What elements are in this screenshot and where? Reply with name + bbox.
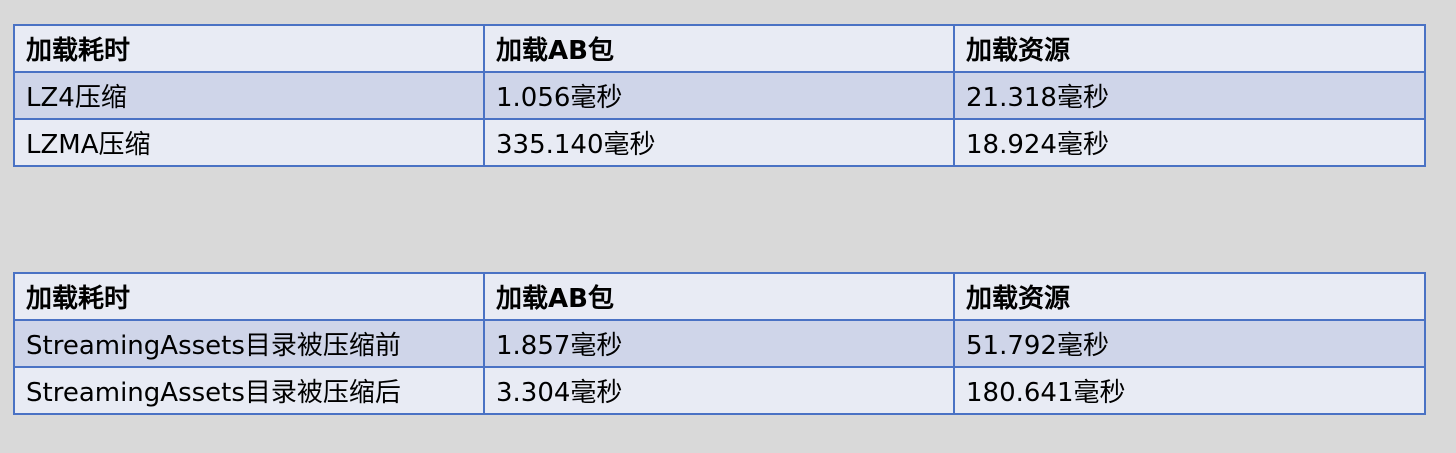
table-row: StreamingAssets目录被压缩前 1.857毫秒 51.792毫秒 (13, 319, 1426, 368)
header-load-time: 加载耗时 (13, 24, 485, 73)
ab-bundle-time: 335.140毫秒 (483, 118, 955, 167)
compression-load-time-table: 加载耗时 加载AB包 加载资源 LZ4压缩 1.056毫秒 21.318毫秒 L… (13, 24, 1426, 167)
header-load-ab-bundle: 加载AB包 (483, 272, 955, 321)
asset-time: 180.641毫秒 (953, 366, 1426, 415)
row-label: StreamingAssets目录被压缩前 (13, 319, 485, 368)
table-header-row: 加载耗时 加载AB包 加载资源 (13, 24, 1426, 73)
asset-time: 51.792毫秒 (953, 319, 1426, 368)
header-load-asset: 加载资源 (953, 24, 1426, 73)
row-label: LZ4压缩 (13, 71, 485, 120)
header-load-ab-bundle: 加载AB包 (483, 24, 955, 73)
ab-bundle-time: 1.056毫秒 (483, 71, 955, 120)
table-row: LZ4压缩 1.056毫秒 21.318毫秒 (13, 71, 1426, 120)
row-label: StreamingAssets目录被压缩后 (13, 366, 485, 415)
streaming-assets-load-time-table: 加载耗时 加载AB包 加载资源 StreamingAssets目录被压缩前 1.… (13, 272, 1426, 415)
table-header-row: 加载耗时 加载AB包 加载资源 (13, 272, 1426, 321)
header-load-time: 加载耗时 (13, 272, 485, 321)
ab-bundle-time: 3.304毫秒 (483, 366, 955, 415)
asset-time: 21.318毫秒 (953, 71, 1426, 120)
table-row: LZMA压缩 335.140毫秒 18.924毫秒 (13, 118, 1426, 167)
table-row: StreamingAssets目录被压缩后 3.304毫秒 180.641毫秒 (13, 366, 1426, 415)
asset-time: 18.924毫秒 (953, 118, 1426, 167)
ab-bundle-time: 1.857毫秒 (483, 319, 955, 368)
header-load-asset: 加载资源 (953, 272, 1426, 321)
row-label: LZMA压缩 (13, 118, 485, 167)
